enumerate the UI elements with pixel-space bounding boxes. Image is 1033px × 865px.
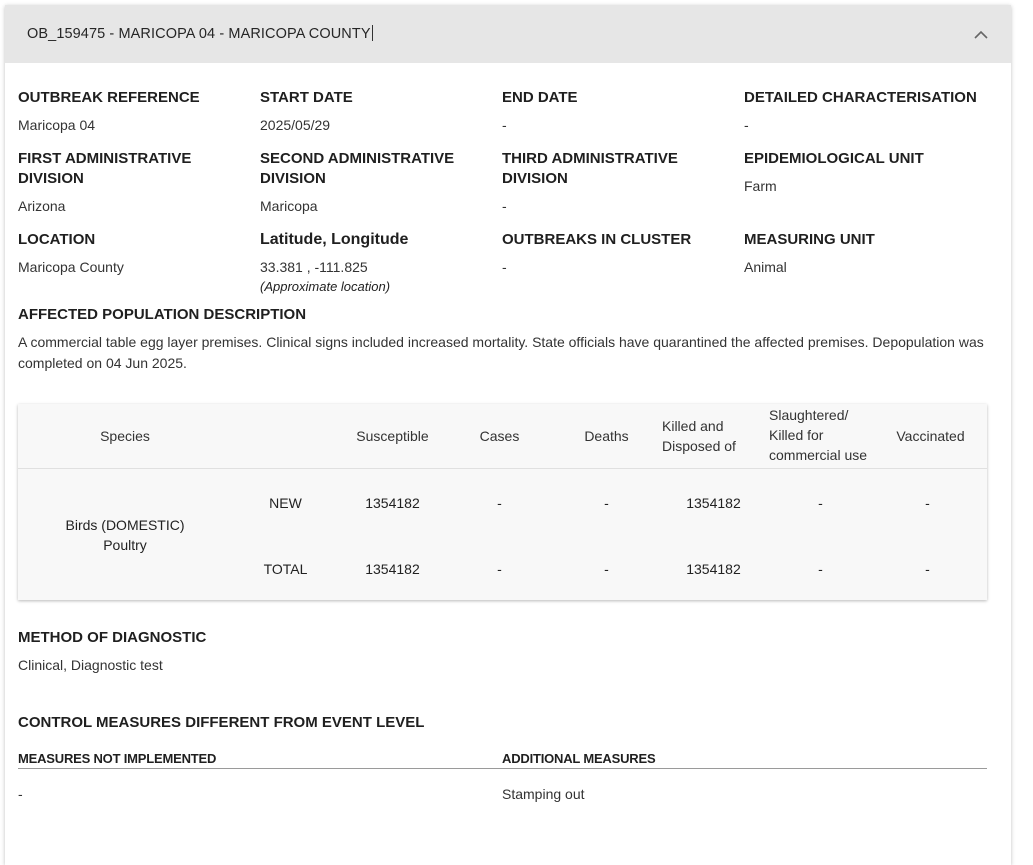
field-label: OUTBREAKS IN CLUSTER xyxy=(502,231,692,248)
field-label: OUTBREAK REFERENCE xyxy=(18,89,200,106)
header-susceptible: Susceptible xyxy=(356,428,429,444)
field-second-admin-division: SECOND ADMINISTRATIVE DIVISION Maricopa xyxy=(260,149,502,216)
species-cell: Birds (DOMESTIC) Poultry xyxy=(18,469,232,600)
cell-killed: 1354182 xyxy=(686,561,741,577)
field-value: - xyxy=(502,117,507,133)
diagnostic-section: METHOD OF DIAGNOSTIC Clinical, Diagnosti… xyxy=(18,628,1011,675)
cell-slaughtered: - xyxy=(818,495,823,511)
cell-vaccinated: - xyxy=(925,561,930,577)
field-label: START DATE xyxy=(260,89,353,106)
field-label: Latitude, Longitude xyxy=(260,231,409,248)
header-cases: Cases xyxy=(479,428,520,444)
field-label: DETAILED CHARACTERISATION xyxy=(744,89,977,106)
population-table: Species Susceptible Cases Deaths Killed … xyxy=(18,404,987,600)
field-measuring-unit: MEASURING UNIT Animal xyxy=(744,230,994,297)
header-killed: Killed and Disposed of xyxy=(662,418,736,454)
additional-measures-label: ADDITIONAL MEASURES xyxy=(502,751,656,766)
diagnostic-value: Clinical, Diagnostic test xyxy=(18,657,163,673)
field-outbreak-reference: OUTBREAK REFERENCE Maricopa 04 xyxy=(18,88,260,135)
affected-population-text: A commercial table egg layer premises. C… xyxy=(18,334,984,371)
field-value: Farm xyxy=(744,178,777,194)
cell-cases: - xyxy=(497,495,502,511)
field-end-date: END DATE - xyxy=(502,88,744,135)
field-epidemiological-unit: EPIDEMIOLOGICAL UNIT Farm xyxy=(744,149,994,216)
outbreak-panel: OB_159475 - MARICOPA 04 - MARICOPA COUNT… xyxy=(5,5,1011,865)
field-label: THIRD ADMINISTRATIVE DIVISION xyxy=(502,150,678,187)
cell-deaths: - xyxy=(604,561,609,577)
field-lat-long: Latitude, Longitude 33.381 , -111.825 (A… xyxy=(260,230,502,297)
field-value: - xyxy=(744,117,749,133)
field-third-admin-division: THIRD ADMINISTRATIVE DIVISION - xyxy=(502,149,744,216)
cell-cases: - xyxy=(497,561,502,577)
cell-slaughtered: - xyxy=(818,561,823,577)
measures-header-row: MEASURES NOT IMPLEMENTED ADDITIONAL MEAS… xyxy=(18,751,987,769)
field-first-admin-division: FIRST ADMINISTRATIVE DIVISION Arizona xyxy=(18,149,260,216)
field-start-date: START DATE 2025/05/29 xyxy=(260,88,502,135)
field-value: - xyxy=(502,259,507,275)
header-deaths: Deaths xyxy=(584,428,629,444)
header-vaccinated: Vaccinated xyxy=(896,428,965,444)
cell-susceptible: 1354182 xyxy=(365,495,420,511)
field-label: MEASURING UNIT xyxy=(744,231,875,248)
control-measures-section: CONTROL MEASURES DIFFERENT FROM EVENT LE… xyxy=(18,713,1011,802)
field-label: FIRST ADMINISTRATIVE DIVISION xyxy=(18,150,192,187)
measures-not-implemented-value: - xyxy=(18,786,23,802)
table-row: TOTAL 1354182 - - 1354182 - - xyxy=(232,558,981,580)
approximate-location-note: (Approximate location) xyxy=(260,279,391,294)
row-type: NEW xyxy=(269,495,302,511)
affected-population-label: AFFECTED POPULATION DESCRIPTION xyxy=(18,306,307,323)
table-header-row: Species Susceptible Cases Deaths Killed … xyxy=(18,404,987,469)
field-outbreaks-in-cluster: OUTBREAKS IN CLUSTER - xyxy=(502,230,744,297)
affected-population-section: AFFECTED POPULATION DESCRIPTION A commer… xyxy=(18,305,1011,374)
additional-measures-value: Stamping out xyxy=(502,786,585,802)
table-row: NEW 1354182 - - 1354182 - - xyxy=(232,492,981,514)
measures-not-implemented-label: MEASURES NOT IMPLEMENTED xyxy=(18,751,217,766)
diagnostic-label: METHOD OF DIAGNOSTIC xyxy=(18,629,207,646)
field-value: Maricopa xyxy=(260,198,318,214)
field-label: END DATE xyxy=(502,89,578,106)
row-type: TOTAL xyxy=(263,561,308,577)
field-label: EPIDEMIOLOGICAL UNIT xyxy=(744,150,924,167)
field-value: Maricopa 04 xyxy=(18,117,96,133)
field-location: LOCATION Maricopa County xyxy=(18,230,260,297)
header-slaughtered: Slaughtered/ Killed for commercial use xyxy=(769,407,868,463)
header-species: Species xyxy=(100,428,150,444)
outbreak-fields-grid: OUTBREAK REFERENCE Maricopa 04 START DAT… xyxy=(18,88,1011,311)
field-value: Animal xyxy=(744,259,787,275)
field-label: SECOND ADMINISTRATIVE DIVISION xyxy=(260,150,455,187)
cell-deaths: - xyxy=(604,495,609,511)
field-value: 2025/05/29 xyxy=(260,117,331,133)
species-name: Birds (DOMESTIC) Poultry xyxy=(65,516,185,553)
cell-killed: 1354182 xyxy=(686,495,741,511)
field-value: 33.381 , -111.825 xyxy=(260,259,368,275)
cell-vaccinated: - xyxy=(925,495,930,511)
panel-title-wrap: OB_159475 - MARICOPA 04 - MARICOPA COUNT… xyxy=(27,25,373,43)
control-measures-label: CONTROL MEASURES DIFFERENT FROM EVENT LE… xyxy=(18,714,425,731)
outbreak-panel-header[interactable]: OB_159475 - MARICOPA 04 - MARICOPA COUNT… xyxy=(5,5,1011,63)
chevron-up-icon[interactable] xyxy=(973,26,989,42)
panel-body: OUTBREAK REFERENCE Maricopa 04 START DAT… xyxy=(5,88,1011,802)
measures-values-row: - Stamping out xyxy=(18,786,987,802)
text-cursor xyxy=(371,25,373,41)
panel-title: OB_159475 - MARICOPA 04 - MARICOPA COUNT… xyxy=(27,26,371,42)
field-value: - xyxy=(502,198,507,214)
field-label: LOCATION xyxy=(18,231,96,248)
field-value: Arizona xyxy=(18,198,66,214)
table-body: Birds (DOMESTIC) Poultry NEW 1354182 - -… xyxy=(18,469,987,600)
field-value: Maricopa County xyxy=(18,259,124,275)
cell-susceptible: 1354182 xyxy=(365,561,420,577)
field-detailed-characterisation: DETAILED CHARACTERISATION - xyxy=(744,88,994,135)
